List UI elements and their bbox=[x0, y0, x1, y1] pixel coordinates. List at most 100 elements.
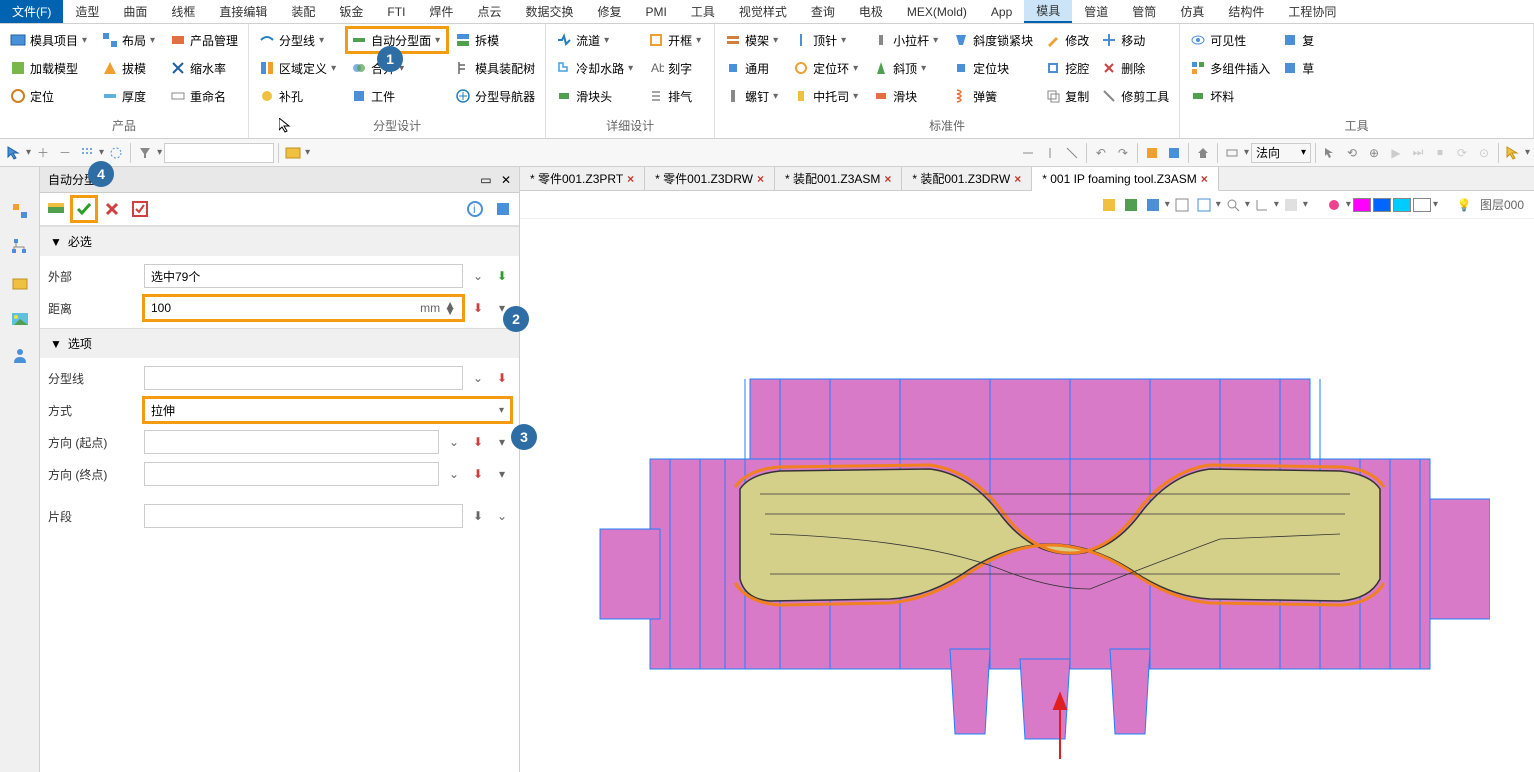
normal-combo[interactable]: 法向▾ bbox=[1251, 143, 1311, 163]
pline-pick[interactable]: ⬇ bbox=[493, 369, 511, 387]
close-icon[interactable]: × bbox=[1014, 172, 1021, 186]
section-options-header[interactable]: ▼选项 bbox=[40, 329, 519, 358]
chevron-down-icon[interactable]: ▾ bbox=[1433, 199, 1438, 210]
menu-pipe[interactable]: 管道 bbox=[1072, 0, 1120, 23]
tab-image[interactable] bbox=[6, 305, 34, 333]
qbtn-nav3[interactable]: ▶ bbox=[1386, 143, 1406, 163]
color-swatch-3[interactable] bbox=[1393, 198, 1411, 212]
btn-parting-line[interactable]: 分型线▾ bbox=[255, 28, 343, 52]
chevron-down-icon[interactable]: ▾ bbox=[1525, 147, 1530, 158]
qbtn-constraint2[interactable] bbox=[1040, 143, 1060, 163]
menu-fti[interactable]: FTI bbox=[375, 0, 417, 23]
qbtn-select[interactable] bbox=[4, 143, 24, 163]
chevron-down-icon[interactable]: ▾ bbox=[99, 147, 104, 158]
menu-struct[interactable]: 结构件 bbox=[1216, 0, 1276, 23]
btn-support[interactable]: 中托司▾ bbox=[789, 84, 865, 108]
btn-copy[interactable]: 复制 bbox=[1041, 84, 1093, 108]
menu-electrode[interactable]: 电极 bbox=[847, 0, 895, 23]
doc-tab-1[interactable]: * 零件001.Z3DRW× bbox=[645, 167, 775, 190]
btn-pocket[interactable]: 开框▾ bbox=[644, 28, 708, 52]
dir-end-pick[interactable]: ⬇ bbox=[469, 465, 487, 483]
btn-position[interactable]: 定位 bbox=[6, 84, 94, 108]
qbtn-nav2[interactable]: ⊕ bbox=[1364, 143, 1384, 163]
dir-start-expand[interactable]: ⌄ bbox=[445, 433, 463, 451]
btn-rename[interactable]: 重命名 bbox=[166, 84, 242, 108]
btn-vent[interactable]: 排气 bbox=[644, 84, 708, 108]
qbtn-rect[interactable] bbox=[1222, 143, 1242, 163]
doc-tab-0[interactable]: * 零件001.Z3PRT× bbox=[520, 167, 645, 190]
qbtn-cursor2[interactable] bbox=[1320, 143, 1340, 163]
dir-start-more[interactable]: ▾ bbox=[493, 433, 511, 451]
vbtn-shade2[interactable] bbox=[1121, 195, 1141, 215]
btn-parting-nav[interactable]: 分型导航器 bbox=[451, 84, 539, 108]
color-swatch-4[interactable] bbox=[1413, 198, 1431, 212]
qbtn-select2[interactable] bbox=[1503, 143, 1523, 163]
segment-expand[interactable]: ⌄ bbox=[493, 507, 511, 525]
close-icon[interactable]: × bbox=[627, 172, 634, 186]
qbtn-nav5[interactable]: ⏹ bbox=[1430, 143, 1450, 163]
cancel-button[interactable] bbox=[100, 197, 124, 221]
btn-move[interactable]: 移动 bbox=[1097, 28, 1173, 52]
menu-exchange[interactable]: 数据交换 bbox=[513, 0, 585, 23]
chevron-down-icon[interactable]: ▾ bbox=[1245, 199, 1250, 210]
segment-download[interactable]: ⬇ bbox=[469, 507, 487, 525]
dir-start-input[interactable] bbox=[144, 430, 439, 454]
btn-screw[interactable]: 螺钉▾ bbox=[721, 84, 785, 108]
btn-excavate[interactable]: 挖腔 bbox=[1041, 56, 1093, 80]
btn-locating-ring[interactable]: 定位环▾ bbox=[789, 56, 865, 80]
menu-app[interactable]: App bbox=[979, 0, 1024, 23]
btn-trim-tool[interactable]: 修剪工具 bbox=[1097, 84, 1173, 108]
color-swatch-1[interactable] bbox=[1353, 198, 1371, 212]
chevron-down-icon[interactable]: ▾ bbox=[305, 147, 310, 158]
chevron-down-icon[interactable]: ▾ bbox=[1346, 199, 1351, 210]
qbtn-redo[interactable]: ↷ bbox=[1113, 143, 1133, 163]
qbtn-undo[interactable]: ↶ bbox=[1091, 143, 1111, 163]
vbtn-shade1[interactable] bbox=[1099, 195, 1119, 215]
qbtn-minus[interactable]: － bbox=[55, 143, 75, 163]
btn-split-mold[interactable]: 拆模 bbox=[451, 28, 539, 52]
distance-input[interactable]: 100 mm ▲▼ bbox=[144, 296, 463, 320]
menu-visual[interactable]: 视觉样式 bbox=[727, 0, 799, 23]
btn-delete[interactable]: 删除 bbox=[1097, 56, 1173, 80]
vbtn-zoom[interactable] bbox=[1223, 195, 1243, 215]
menu-mex[interactable]: MEX(Mold) bbox=[895, 0, 979, 23]
doc-tab-4[interactable]: * 001 IP foaming tool.Z3ASM× bbox=[1032, 167, 1219, 191]
btn-region-define[interactable]: 区域定义▾ bbox=[255, 56, 343, 80]
settings-button[interactable] bbox=[491, 197, 515, 221]
btn-slider[interactable]: 滑块 bbox=[869, 84, 945, 108]
tab-history[interactable] bbox=[6, 197, 34, 225]
chevron-down-icon[interactable]: ▾ bbox=[1303, 199, 1308, 210]
btn-stock[interactable]: 坏料 bbox=[1186, 84, 1274, 108]
btn-general[interactable]: 通用 bbox=[721, 56, 785, 80]
btn-shrink[interactable]: 缩水率 bbox=[166, 56, 242, 80]
menu-tools[interactable]: 工具 bbox=[679, 0, 727, 23]
panel-icon-feature[interactable] bbox=[44, 197, 68, 221]
menu-collab[interactable]: 工程协同 bbox=[1276, 0, 1348, 23]
qbtn-box[interactable] bbox=[283, 143, 303, 163]
pline-expand[interactable]: ⌄ bbox=[469, 369, 487, 387]
info-button[interactable]: i bbox=[463, 197, 487, 221]
menu-tube[interactable]: 管筒 bbox=[1120, 0, 1168, 23]
segment-input[interactable] bbox=[144, 504, 463, 528]
btn-ejector[interactable]: 顶针▾ bbox=[789, 28, 865, 52]
tab-tree[interactable] bbox=[6, 233, 34, 261]
btn-hole-fill[interactable]: 补孔 bbox=[255, 84, 343, 108]
menu-query[interactable]: 查询 bbox=[799, 0, 847, 23]
dir-start-pick[interactable]: ⬇ bbox=[469, 433, 487, 451]
dir-end-more[interactable]: ▾ bbox=[493, 465, 511, 483]
qbtn-v2[interactable] bbox=[1164, 143, 1184, 163]
menu-shape[interactable]: 造型 bbox=[63, 0, 111, 23]
btn-more1[interactable]: 复 bbox=[1278, 28, 1318, 52]
vbtn-axis[interactable] bbox=[1252, 195, 1272, 215]
menu-surface[interactable]: 曲面 bbox=[111, 0, 159, 23]
chevron-down-icon[interactable]: ▾ bbox=[1165, 199, 1170, 210]
qbtn-nav6[interactable]: ⟳ bbox=[1452, 143, 1472, 163]
btn-more2[interactable]: 草 bbox=[1278, 56, 1318, 80]
vbtn-wire2[interactable] bbox=[1194, 195, 1214, 215]
close-icon[interactable]: × bbox=[757, 172, 764, 186]
btn-draft[interactable]: 拔模 bbox=[98, 56, 162, 80]
qbtn-filter[interactable] bbox=[135, 143, 155, 163]
qbtn-circle[interactable] bbox=[106, 143, 126, 163]
close-icon[interactable]: × bbox=[1201, 172, 1208, 186]
btn-runner[interactable]: 流道▾ bbox=[552, 28, 640, 52]
